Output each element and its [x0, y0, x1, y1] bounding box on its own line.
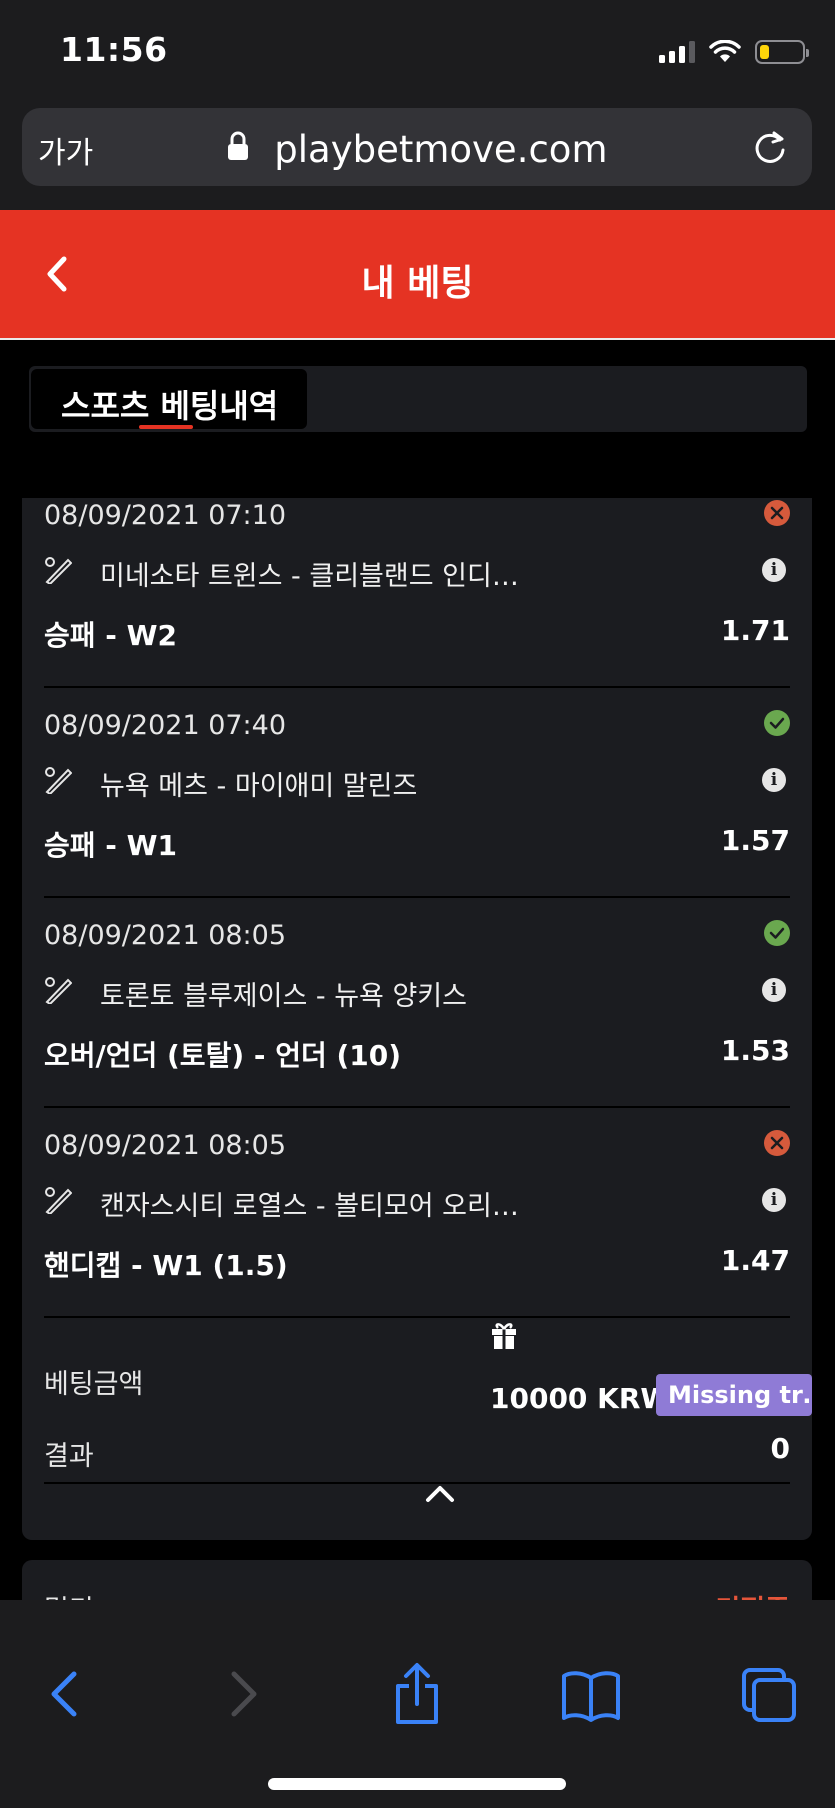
bet-event: 08/09/2021 08:05 캔자스시티 로열스 - 볼티모어 오리… i …: [44, 1108, 790, 1318]
page-title: 내 베팅: [361, 263, 474, 304]
bonus-badge: Missing tr…: [656, 1374, 812, 1416]
info-icon[interactable]: i: [762, 1188, 786, 1212]
info-icon[interactable]: i: [762, 768, 786, 792]
tab-label: 스포츠 베팅내역: [61, 387, 279, 425]
event-date: 08/09/2021 07:10: [44, 500, 287, 531]
baseball-icon: [45, 977, 72, 1004]
market-name: 핸디캡 - W1 (1.5): [44, 1249, 288, 1282]
event-date: 08/09/2021 07:40: [44, 710, 287, 741]
app-header: 내 베팅: [0, 210, 835, 340]
browser-back-icon[interactable]: [30, 1660, 100, 1730]
won-status-icon: [764, 710, 790, 736]
lost-status-icon: [764, 1130, 790, 1156]
address-bar[interactable]: 가가 playbetmove.com: [22, 108, 812, 186]
url-display[interactable]: playbetmove.com: [22, 126, 812, 171]
lock-icon: [227, 131, 248, 160]
tab-sports-bet-history[interactable]: 스포츠 베팅내역: [31, 369, 307, 429]
share-icon[interactable]: [382, 1660, 452, 1730]
odds-value: 1.53: [720, 1034, 790, 1067]
cellular-signal-icon: [659, 41, 695, 63]
event-date: 08/09/2021 08:05: [44, 1130, 287, 1161]
bet-event: 08/09/2021 07:40 뉴욕 메츠 - 마이애미 말린즈 i 승패 -…: [44, 688, 790, 898]
browser-forward-icon[interactable]: [208, 1660, 278, 1730]
status-time: 11:56: [60, 30, 168, 69]
market-name: 승패 - W2: [44, 619, 178, 652]
match-name[interactable]: 토론토 블루제이스 - 뉴욕 양키스: [100, 974, 467, 1013]
bet-status-label: 미적중: [715, 1588, 790, 1600]
info-icon[interactable]: i: [762, 558, 786, 582]
info-icon[interactable]: i: [762, 978, 786, 1002]
gift-icon: [492, 1323, 516, 1349]
baseball-icon: [45, 557, 72, 584]
bet-event: 08/09/2021 08:05 토론토 블루제이스 - 뉴욕 양키스 i 오버…: [44, 898, 790, 1108]
url-text: playbetmove.com: [274, 128, 608, 171]
tab-active-indicator: [139, 425, 193, 429]
market-name: 승패 - W1: [44, 829, 178, 862]
tab-bar: 스포츠 베팅내역: [29, 366, 807, 432]
won-status-icon: [764, 920, 790, 946]
result-label: 결과: [44, 1441, 94, 1472]
browser-toolbar: [0, 1600, 835, 1808]
odds-value: 1.57: [720, 824, 790, 857]
status-bar: 11:56: [0, 0, 835, 100]
lost-status-icon: [764, 500, 790, 526]
baseball-icon: [45, 767, 72, 794]
wifi-icon: [709, 40, 741, 62]
next-bet-card[interactable]: 멀티 미적중: [22, 1560, 812, 1600]
odds-value: 1.71: [720, 614, 790, 647]
tabs-icon[interactable]: [734, 1660, 804, 1730]
battery-icon: [755, 40, 809, 64]
stake-amount: 10000 KRW: [490, 1382, 672, 1415]
home-indicator: [268, 1778, 566, 1790]
match-name[interactable]: 뉴욕 메츠 - 마이애미 말린즈: [100, 764, 417, 803]
reload-icon[interactable]: [752, 128, 788, 166]
match-name[interactable]: 미네소타 트윈스 - 클리블랜드 인디…: [100, 554, 519, 593]
collapse-button[interactable]: [400, 1478, 480, 1514]
bet-list-viewport[interactable]: 08/09/2021 07:10 미네소타 트윈스 - 클리블랜드 인디… i …: [0, 498, 835, 1600]
status-icons: [659, 36, 809, 68]
chevron-up-icon: [426, 1486, 454, 1502]
result-value: 0: [770, 1432, 790, 1465]
bet-event: 08/09/2021 07:10 미네소타 트윈스 - 클리블랜드 인디… i …: [44, 498, 790, 688]
browser-address-area: 가가 playbetmove.com: [0, 100, 835, 210]
bookmarks-icon[interactable]: [556, 1660, 626, 1730]
match-name[interactable]: 캔자스시티 로열스 - 볼티모어 오리…: [100, 1184, 519, 1223]
baseball-icon: [45, 1187, 72, 1214]
odds-value: 1.47: [720, 1244, 790, 1277]
market-name: 오버/언더 (토탈) - 언더 (10): [44, 1039, 402, 1072]
bet-type-label: 멀티: [44, 1588, 94, 1600]
event-date: 08/09/2021 08:05: [44, 920, 287, 951]
stake-label: 베팅금액: [44, 1369, 144, 1400]
bet-slip-card: 08/09/2021 07:10 미네소타 트윈스 - 클리블랜드 인디… i …: [22, 498, 812, 1540]
